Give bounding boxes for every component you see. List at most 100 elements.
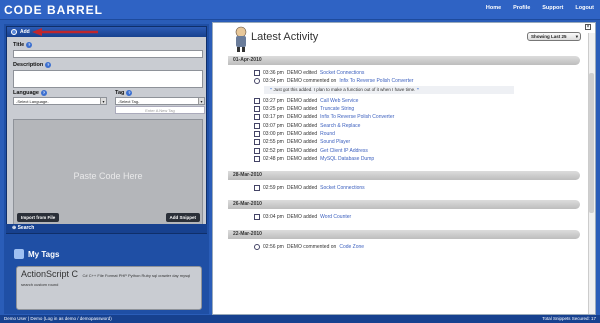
nav-support[interactable]: Support bbox=[542, 5, 563, 11]
tag-select-value: -Select Tag- bbox=[118, 99, 140, 104]
snippet-link[interactable]: Truncate String bbox=[320, 106, 354, 112]
left-column: Add Title ? Description ? Language ? Tag… bbox=[4, 24, 209, 314]
snippet-link[interactable]: Socket Connections bbox=[320, 185, 364, 191]
nav-profile[interactable]: Profile bbox=[513, 5, 530, 11]
comment-text: Just got this added. I plan to make a fu… bbox=[273, 86, 416, 92]
activity-row: 02:55 pm DEMO added Sound Player bbox=[228, 138, 580, 146]
help-icon[interactable]: ? bbox=[126, 90, 133, 96]
snippet-icon bbox=[254, 122, 260, 129]
activity-time: 03:00 pm bbox=[263, 130, 284, 137]
comment-icon bbox=[254, 243, 260, 250]
description-label: Description ? bbox=[13, 62, 52, 68]
activity-row: 03:27 pm DEMO added Call Web Service bbox=[228, 97, 580, 105]
snippet-icon bbox=[254, 155, 260, 162]
activity-text: DEMO commented on bbox=[286, 243, 337, 250]
activity-time: 03:25 pm bbox=[263, 106, 284, 113]
help-icon[interactable]: ? bbox=[40, 90, 47, 96]
activity-time: 02:55 pm bbox=[263, 139, 284, 146]
activity-row: 03:25 pm DEMO added Truncate String bbox=[228, 105, 580, 113]
tag-cloud-large[interactable]: ActionScript C bbox=[21, 269, 78, 279]
activity-time: 02:48 pm bbox=[263, 155, 284, 162]
activity-text: DEMO added bbox=[286, 155, 318, 162]
search-bar[interactable]: ⊕ Search bbox=[6, 224, 207, 233]
activity-row: 03:04 pm DEMO added Word Counter bbox=[228, 213, 580, 221]
snippet-link[interactable]: Socket Connections bbox=[320, 70, 364, 76]
activity-text: DEMO added bbox=[286, 147, 318, 154]
add-snippet-button[interactable]: Add Snippet bbox=[165, 213, 200, 222]
close-icon[interactable]: × bbox=[585, 24, 591, 30]
activity-panel: Latest Activity Showing Last 25 ▾ × 01-A… bbox=[212, 22, 596, 315]
my-tags-label: My Tags bbox=[28, 249, 60, 259]
activity-text: DEMO added bbox=[286, 106, 318, 113]
activity-time: 02:52 pm bbox=[263, 147, 284, 154]
activity-row: 02:59 pm DEMO added Socket Connections bbox=[228, 184, 580, 192]
language-select[interactable]: -Select Language- ▾ bbox=[13, 97, 107, 105]
mascot-icon bbox=[235, 26, 247, 52]
scrollbar[interactable] bbox=[588, 33, 595, 314]
snippet-link[interactable]: Round bbox=[320, 131, 335, 137]
snippet-icon bbox=[254, 130, 260, 137]
top-bar: CODE BARREL Home Profile Support Logout bbox=[0, 0, 600, 20]
snippet-link[interactable]: Search & Replace bbox=[320, 123, 360, 129]
language-select-value: -Select Language- bbox=[16, 99, 49, 104]
activity-text: DEMO commented on bbox=[286, 78, 337, 85]
activity-text: DEMO added bbox=[286, 139, 318, 146]
chevron-down-icon: ▾ bbox=[575, 34, 578, 39]
add-panel-title: Add bbox=[20, 29, 30, 35]
description-label-text: Description bbox=[13, 62, 44, 68]
snippet-link[interactable]: Word Counter bbox=[320, 214, 351, 220]
help-icon[interactable]: ? bbox=[45, 62, 52, 68]
title-input[interactable] bbox=[13, 50, 203, 58]
scrollbar-thumb[interactable] bbox=[589, 73, 594, 213]
activity-row: 03:36 pm DEMO edited Socket Connections bbox=[228, 69, 580, 77]
activity-text: DEMO added bbox=[286, 130, 318, 137]
close-quote-icon: ” bbox=[416, 86, 419, 92]
snippet-icon bbox=[254, 214, 260, 221]
collapse-icon[interactable] bbox=[11, 29, 17, 35]
import-from-file-button[interactable]: Import from File bbox=[17, 213, 60, 222]
activity-time: 02:56 pm bbox=[263, 243, 284, 250]
snippet-link[interactable]: Call Web Service bbox=[320, 98, 358, 104]
activity-time: 03:07 pm bbox=[263, 122, 284, 129]
activity-row: 03:17 pm DEMO added Infix To Reverse Pol… bbox=[228, 113, 580, 121]
tag-select[interactable]: -Select Tag- ▾ bbox=[115, 97, 205, 105]
snippet-link[interactable]: Get Client IP Address bbox=[320, 148, 368, 154]
language-label: Language ? bbox=[13, 90, 47, 96]
date-header: 01-Apr-2010 bbox=[228, 56, 580, 65]
snippet-link[interactable]: Infix To Reverse Polish Converter bbox=[339, 78, 413, 84]
open-quote-icon: “ bbox=[270, 86, 273, 92]
tag-cloud: ActionScript C C# C++ File Format PHP Py… bbox=[16, 266, 202, 310]
nav-home[interactable]: Home bbox=[486, 5, 501, 11]
add-snippet-panel: Add Title ? Description ? Language ? Tag… bbox=[6, 26, 207, 234]
tag-label: Tag ? bbox=[115, 90, 133, 96]
chevron-down-icon[interactable]: ▾ bbox=[100, 98, 106, 104]
activity-time: 03:27 pm bbox=[263, 97, 284, 104]
snippet-link[interactable]: Sound Player bbox=[320, 139, 350, 145]
activity-time: 03:36 pm bbox=[263, 70, 284, 77]
snippet-link[interactable]: MySQL Database Dump bbox=[320, 156, 374, 162]
snippet-icon bbox=[254, 139, 260, 146]
activity-time: 03:34 pm bbox=[263, 78, 284, 85]
activity-text: DEMO added bbox=[286, 214, 318, 221]
snippet-icon bbox=[254, 97, 260, 104]
activity-row: 02:56 pm DEMO commented on Code Zone bbox=[228, 243, 580, 251]
snippet-icon bbox=[254, 185, 260, 192]
chevron-down-icon[interactable]: ▾ bbox=[198, 98, 204, 104]
activity-row: 02:52 pm DEMO added Get Client IP Addres… bbox=[228, 146, 580, 154]
tag-label-text: Tag bbox=[115, 90, 125, 96]
description-input[interactable] bbox=[13, 70, 203, 88]
activity-title: Latest Activity bbox=[251, 31, 319, 43]
nav-logout[interactable]: Logout bbox=[575, 5, 594, 11]
snippet-icon bbox=[254, 106, 260, 113]
showing-filter-value: Showing Last 25 bbox=[531, 34, 567, 39]
snippet-icon bbox=[254, 147, 260, 154]
app-logo[interactable]: CODE BARREL bbox=[4, 3, 103, 17]
search-label: Search bbox=[17, 225, 35, 231]
red-arrow-icon bbox=[32, 28, 98, 36]
new-tag-input[interactable]: Enter A New Tag bbox=[115, 106, 205, 114]
snippet-link[interactable]: Infix To Reverse Polish Converter bbox=[320, 114, 394, 120]
help-icon[interactable]: ? bbox=[26, 42, 33, 48]
date-header: 28-Mar-2010 bbox=[228, 170, 580, 180]
snippet-link[interactable]: Code Zone bbox=[339, 244, 364, 250]
showing-filter-select[interactable]: Showing Last 25 ▾ bbox=[527, 32, 581, 41]
